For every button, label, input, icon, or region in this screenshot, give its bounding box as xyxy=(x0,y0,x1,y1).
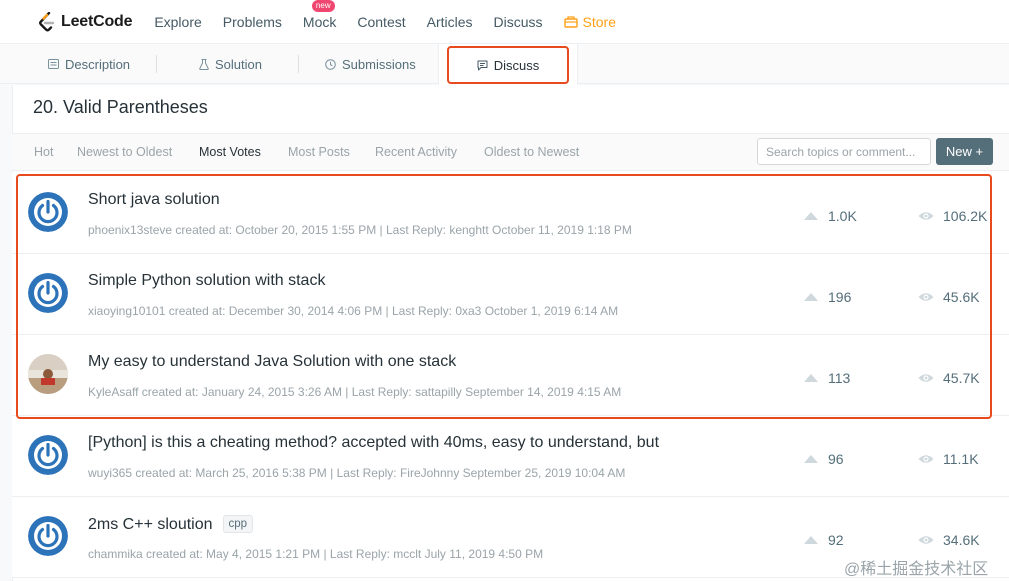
nav-articles[interactable]: Articles xyxy=(427,14,473,30)
post-title-text: 2ms C++ sloution xyxy=(88,516,213,533)
nav-store[interactable]: Store xyxy=(563,13,617,30)
view-count-value: 45.6K xyxy=(943,289,980,305)
sort-recent-activity[interactable]: Recent Activity xyxy=(375,145,457,159)
upvote-icon xyxy=(804,293,818,301)
view-count: 45.6K xyxy=(918,289,980,305)
power-icon xyxy=(28,273,68,313)
tab-solution-label: Solution xyxy=(215,56,262,72)
sort-newest[interactable]: Newest to Oldest xyxy=(77,145,172,159)
comment-icon xyxy=(477,60,488,70)
search-input[interactable]: Search topics or comment... xyxy=(757,138,931,165)
sort-most-votes[interactable]: Most Votes xyxy=(199,145,261,159)
list-item[interactable]: Simple Python solution with stack xiaoyi… xyxy=(12,254,1009,335)
list-item[interactable]: Short java solution phoenix13steve creat… xyxy=(12,173,1009,254)
nav-problems[interactable]: Problems xyxy=(223,14,282,30)
post-meta: xiaoying10101 created at: December 30, 2… xyxy=(88,304,619,318)
tab-divider xyxy=(298,55,299,73)
view-count: 34.6K xyxy=(918,532,980,548)
tab-discuss[interactable]: Discuss xyxy=(447,46,569,84)
sort-most-posts[interactable]: Most Posts xyxy=(288,145,350,159)
vote-count-value: 1.0K xyxy=(828,208,857,224)
vote-count-value: 96 xyxy=(828,451,844,467)
eye-icon xyxy=(918,455,934,463)
sort-hot[interactable]: Hot xyxy=(34,145,53,159)
nav-store-label: Store xyxy=(582,13,617,30)
view-count: 11.1K xyxy=(918,451,979,467)
description-icon xyxy=(48,59,59,69)
list-item[interactable]: My easy to understand Java Solution with… xyxy=(12,335,1009,416)
avatar[interactable] xyxy=(28,273,68,313)
post-title[interactable]: Simple Python solution with stack xyxy=(88,272,325,290)
new-topic-button[interactable]: New + xyxy=(936,138,993,165)
upvote-icon xyxy=(804,374,818,382)
post-title[interactable]: My easy to understand Java Solution with… xyxy=(88,353,456,371)
vote-count: 196 xyxy=(804,289,851,305)
view-count: 106.2K xyxy=(918,208,987,224)
avatar[interactable] xyxy=(28,516,68,556)
vote-count: 96 xyxy=(804,451,844,467)
view-count-value: 45.7K xyxy=(943,370,980,386)
post-title[interactable]: Short java solution xyxy=(88,191,220,209)
vote-count-value: 113 xyxy=(828,370,851,386)
list-item[interactable]: [Python] is this a cheating method? acce… xyxy=(12,416,1009,497)
flask-icon xyxy=(199,58,209,70)
avatar[interactable] xyxy=(28,435,68,475)
watermark: @稀土掘金技术社区 xyxy=(844,561,989,578)
eye-icon xyxy=(918,212,934,220)
nav-mock[interactable]: Mock new xyxy=(302,0,337,30)
power-icon xyxy=(28,435,68,475)
tab-solution[interactable]: Solution xyxy=(199,44,262,84)
power-icon xyxy=(28,516,68,556)
store-icon xyxy=(563,15,578,28)
post-title[interactable]: 2ms C++ sloution cpp xyxy=(88,515,254,534)
post-meta: phoenix13steve created at: October 20, 2… xyxy=(88,223,632,237)
view-count: 45.7K xyxy=(918,370,980,386)
vote-count: 113 xyxy=(804,370,850,386)
sort-oldest[interactable]: Oldest to Newest xyxy=(484,145,579,159)
eye-icon xyxy=(918,293,934,301)
upvote-icon xyxy=(804,212,818,220)
post-title[interactable]: [Python] is this a cheating method? acce… xyxy=(88,434,659,452)
tab-submissions-label: Submissions xyxy=(342,56,416,72)
tab-submissions[interactable]: Submissions xyxy=(325,44,416,84)
brand-name: LeetCode xyxy=(61,12,133,30)
eye-icon xyxy=(918,536,934,544)
tab-description[interactable]: Description xyxy=(48,44,130,84)
tab-discuss-label: Discuss xyxy=(493,57,540,73)
vote-count: 1.0K xyxy=(804,208,857,224)
leetcode-logo[interactable]: LeetCode xyxy=(38,11,133,32)
new-badge: new xyxy=(311,0,335,12)
view-count-value: 11.1K xyxy=(943,451,979,467)
post-meta: wuyi365 created at: March 25, 2016 5:38 … xyxy=(88,466,626,480)
post-meta: KyleAsaff created at: January 24, 2015 3… xyxy=(88,385,622,399)
nav-contest[interactable]: Contest xyxy=(357,14,405,30)
tab-divider xyxy=(156,55,157,73)
vote-count-value: 196 xyxy=(828,289,852,305)
avatar[interactable] xyxy=(28,354,68,394)
nav-explore[interactable]: Explore xyxy=(154,14,201,30)
avatar[interactable] xyxy=(28,192,68,232)
leetcode-logo-icon xyxy=(39,11,55,31)
language-tag[interactable]: cpp xyxy=(222,515,254,533)
clock-icon xyxy=(325,58,336,70)
user-photo xyxy=(28,354,68,394)
top-navbar: LeetCode Explore Problems Mock new Conte… xyxy=(0,0,1009,44)
view-count-value: 106.2K xyxy=(943,208,988,224)
eye-icon xyxy=(918,374,934,382)
vote-count: 92 xyxy=(804,532,844,548)
nav-mock-label: Mock xyxy=(302,13,337,30)
post-meta: chammika created at: May 4, 2015 1:21 PM… xyxy=(88,547,544,561)
nav-discuss[interactable]: Discuss xyxy=(494,14,543,30)
upvote-icon xyxy=(804,536,818,544)
page-title: 20. Valid Parentheses xyxy=(33,97,208,117)
view-count-value: 34.6K xyxy=(943,532,980,548)
tab-description-label: Description xyxy=(65,56,131,72)
upvote-icon xyxy=(804,455,818,463)
vote-count-value: 92 xyxy=(828,532,844,548)
power-icon xyxy=(28,192,68,232)
